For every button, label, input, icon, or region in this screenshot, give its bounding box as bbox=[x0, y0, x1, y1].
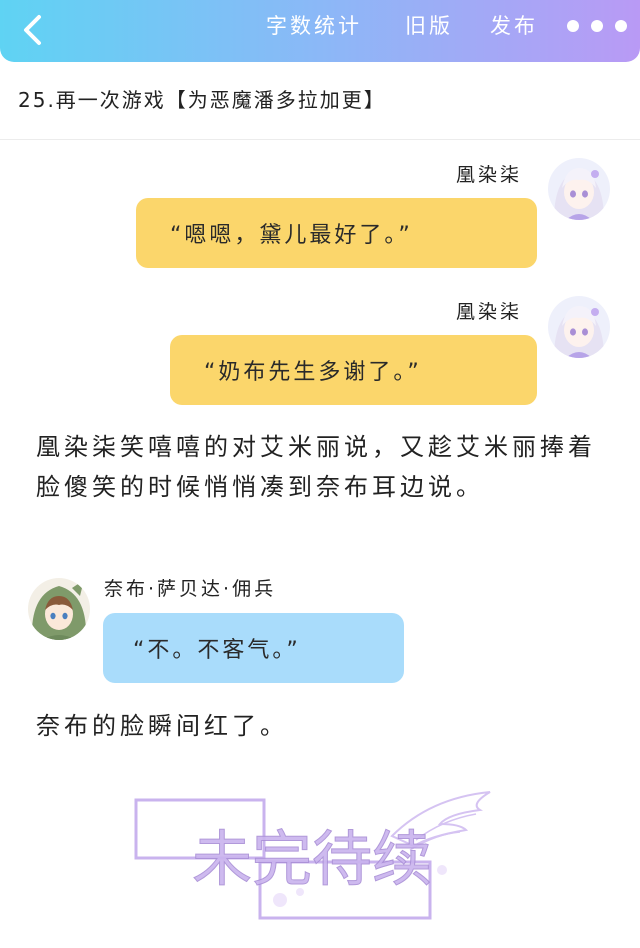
avatar-girl-icon bbox=[548, 296, 610, 358]
speaker-name: 凰染柒 bbox=[456, 164, 523, 186]
message-bubble: “嗯嗯，黛儿最好了。” bbox=[136, 198, 537, 268]
avatar[interactable] bbox=[548, 296, 610, 358]
stamp-text: 未完待续 bbox=[192, 825, 432, 895]
back-button[interactable] bbox=[14, 10, 54, 50]
speaker-name: 凰染柒 bbox=[456, 301, 523, 323]
chapter-title: 25.再一次游戏【为恶魔潘多拉加更】 bbox=[18, 88, 386, 112]
narration-text: 奈布的脸瞬间红了。 bbox=[36, 712, 288, 740]
speaker-name: 奈布·萨贝达·佣兵 bbox=[104, 578, 277, 600]
message-bubble: “不。不客气。” bbox=[103, 613, 404, 683]
to-be-continued-stamp: 未完待续 bbox=[130, 780, 510, 930]
narration-text: 凰染柒笑嘻嘻的对艾米丽说，又趁艾米丽捧着脸傻笑的时候悄悄凑到奈布耳边说。 bbox=[36, 433, 596, 501]
more-dots-icon[interactable] bbox=[567, 14, 629, 38]
chevron-left-icon bbox=[24, 15, 41, 45]
top-bar: 字数统计 旧版 发布 bbox=[0, 0, 640, 62]
avatar-boy-hood-icon bbox=[28, 578, 90, 640]
old-version-button[interactable]: 旧版 bbox=[405, 10, 453, 42]
avatar-girl-icon bbox=[548, 158, 610, 220]
divider bbox=[0, 139, 640, 140]
avatar[interactable] bbox=[548, 158, 610, 220]
wing-icon: 未完待续 bbox=[134, 791, 491, 920]
publish-button[interactable]: 发布 bbox=[490, 10, 538, 42]
message-bubble: “奶布先生多谢了。” bbox=[170, 335, 537, 405]
word-count-button[interactable]: 字数统计 bbox=[266, 10, 362, 42]
avatar[interactable] bbox=[28, 578, 90, 640]
